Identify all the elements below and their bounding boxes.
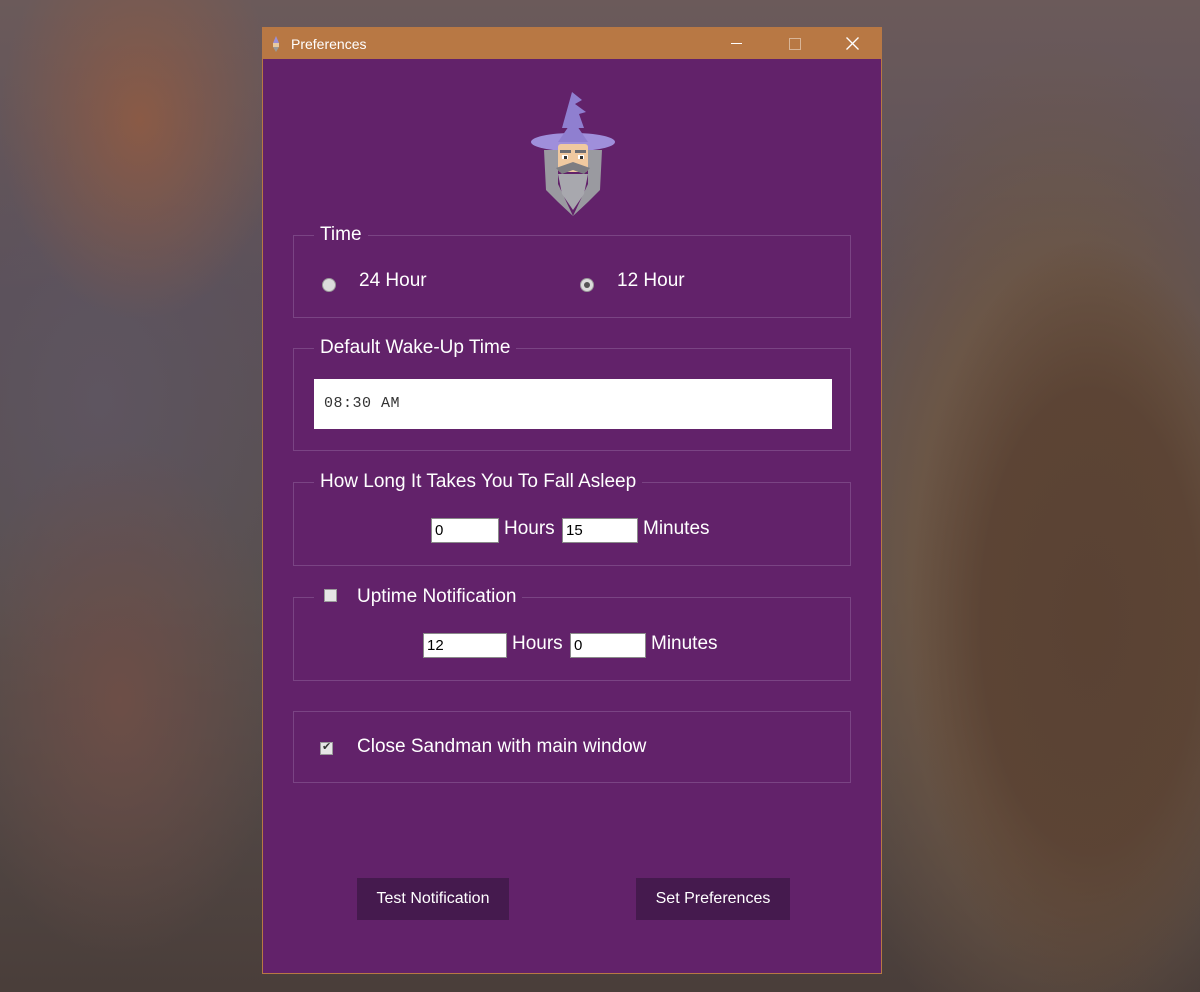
radio-12-hour[interactable]	[580, 278, 594, 292]
fall-asleep-legend: How Long It Takes You To Fall Asleep	[314, 471, 643, 493]
uptime-notification-group: Uptime Notification 12 Hours 0 Minutes	[293, 586, 851, 681]
wakeup-time-value: 08:30 AM	[324, 395, 401, 412]
radio-24-hour-label[interactable]: 24 Hour	[359, 270, 427, 292]
uptime-hours-label: Hours	[512, 633, 563, 654]
time-format-group: Time 24 Hour 12 Hour	[293, 224, 851, 318]
preferences-window: Preferences Time 24 Hour 12 Hour Default…	[262, 27, 882, 974]
fall-asleep-group: How Long It Takes You To Fall Asleep 0 H…	[293, 471, 851, 566]
radio-12-hour-label[interactable]: 12 Hour	[617, 270, 685, 292]
close-icon	[846, 37, 859, 50]
radio-24-hour[interactable]	[322, 278, 336, 292]
close-with-main-checkbox[interactable]	[320, 740, 333, 755]
test-notification-button[interactable]: Test Notification	[357, 878, 509, 920]
wakeup-time-legend: Default Wake-Up Time	[314, 337, 517, 359]
close-button[interactable]	[829, 28, 875, 59]
app-icon	[273, 36, 279, 52]
wakeup-time-group: Default Wake-Up Time 08:30 AM	[293, 337, 851, 451]
set-preferences-button[interactable]: Set Preferences	[636, 878, 790, 920]
time-format-legend: Time	[314, 224, 368, 246]
uptime-minutes-label: Minutes	[651, 633, 718, 654]
title-bar[interactable]: Preferences	[263, 28, 881, 59]
wizard-icon	[531, 92, 615, 216]
fall-asleep-minutes-label: Minutes	[643, 518, 710, 539]
fall-asleep-hours-label: Hours	[504, 518, 555, 539]
maximize-button[interactable]	[771, 28, 817, 59]
uptime-notification-label[interactable]: Uptime Notification	[357, 586, 516, 607]
wakeup-time-input[interactable]: 08:30 AM	[314, 379, 832, 429]
uptime-hours-input[interactable]: 12	[423, 633, 507, 658]
uptime-minutes-input[interactable]: 0	[570, 633, 646, 658]
fall-asleep-hours-input[interactable]: 0	[431, 518, 499, 543]
uptime-notification-legend: Uptime Notification	[314, 586, 523, 608]
fall-asleep-minutes-input[interactable]: 15	[562, 518, 638, 543]
uptime-notification-checkbox[interactable]	[324, 589, 337, 603]
window-title: Preferences	[291, 36, 367, 52]
minimize-button[interactable]	[713, 28, 759, 59]
close-with-main-label[interactable]: Close Sandman with main window	[357, 736, 646, 758]
close-with-main-group: Close Sandman with main window	[293, 711, 851, 783]
